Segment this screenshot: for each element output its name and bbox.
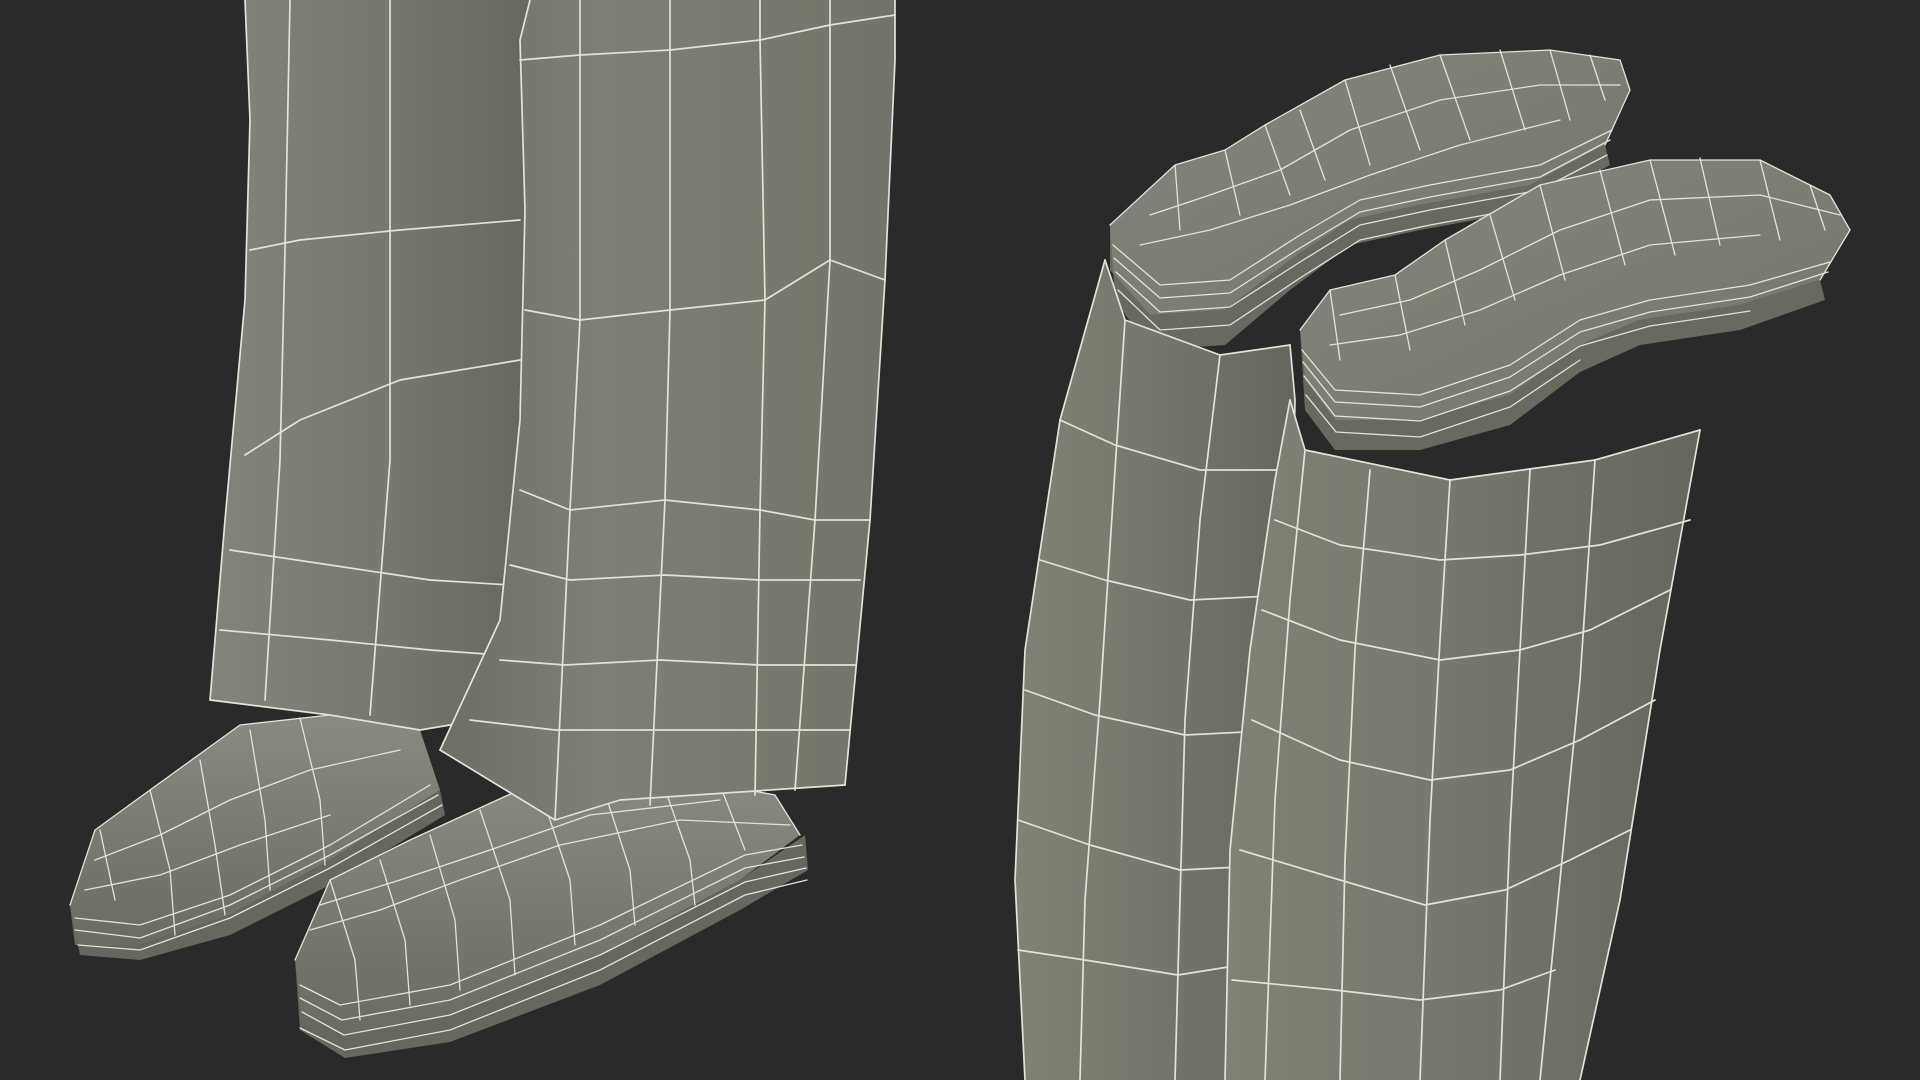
left-trouser-leg <box>209 0 530 731</box>
render-viewport <box>0 0 1920 1080</box>
underside-view <box>1014 49 1851 1080</box>
front-view <box>69 0 896 1058</box>
wireframe-render <box>69 0 1851 1080</box>
front-leg-tube <box>1224 399 1701 1080</box>
